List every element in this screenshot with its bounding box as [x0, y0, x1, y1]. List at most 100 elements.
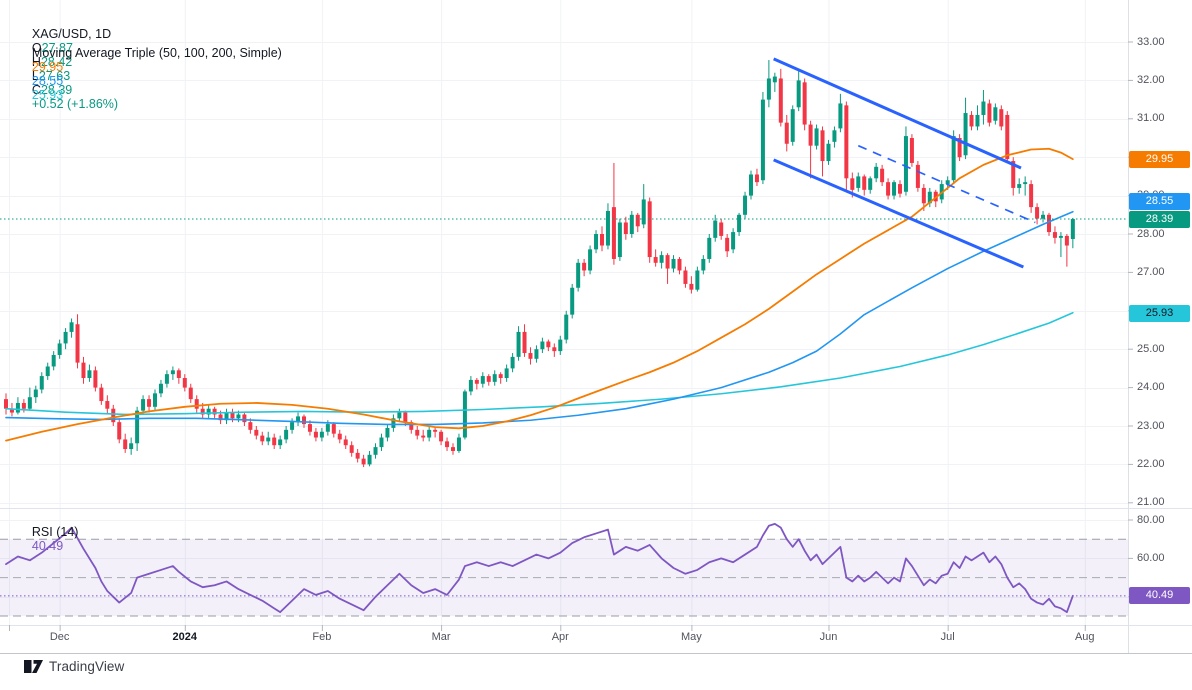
rsi-value: 40.49 [31, 539, 64, 553]
candle [176, 370, 181, 378]
candle [635, 214, 640, 227]
candle [385, 427, 390, 438]
rsi-title: RSI (14) [31, 525, 79, 539]
candle [528, 353, 533, 359]
candle [659, 255, 664, 263]
candle [331, 424, 336, 434]
candle [886, 182, 891, 196]
tradingview-logo-text: TradingView [49, 659, 125, 674]
candle [254, 429, 259, 436]
candle [784, 122, 789, 144]
candle [337, 433, 342, 440]
candle [749, 174, 753, 196]
candle [588, 249, 593, 271]
candle [236, 414, 241, 419]
candle [45, 366, 50, 377]
tradingview-logo[interactable]: TradingView [24, 659, 124, 674]
candle [1035, 207, 1040, 219]
price-badge-ma200: 25.93 [1129, 304, 1190, 322]
tradingview-logo-icon [24, 659, 43, 673]
candle [1029, 184, 1034, 208]
candle [945, 180, 950, 185]
candle [582, 262, 587, 271]
candle [576, 262, 581, 288]
candle [808, 124, 813, 146]
candle [75, 324, 80, 363]
price-axis-label: 33.00 [1137, 35, 1165, 48]
candle [969, 114, 974, 127]
candle [57, 343, 62, 355]
candle [427, 429, 432, 438]
candle [731, 232, 736, 250]
candle [892, 182, 897, 196]
candle [451, 447, 455, 451]
candle [695, 270, 700, 290]
candle [754, 174, 759, 183]
candle [856, 176, 861, 188]
candle [27, 397, 32, 409]
candle [1023, 182, 1028, 185]
candle [564, 314, 569, 340]
candle [1052, 232, 1057, 238]
candle [1005, 114, 1010, 160]
candle [838, 103, 843, 129]
moving-averages [5, 147, 1074, 442]
candle [951, 136, 956, 181]
candle [397, 412, 402, 419]
price-axis-label: 25.00 [1137, 342, 1165, 355]
candle [93, 370, 98, 388]
candle [605, 210, 610, 246]
price-axis-label: 31.00 [1137, 112, 1165, 125]
candle [546, 341, 551, 348]
candle [617, 222, 622, 258]
candle [421, 435, 426, 438]
candle [266, 437, 271, 442]
price-axis-label: 23.00 [1137, 419, 1165, 432]
price-axis-label: 22.00 [1137, 457, 1165, 470]
candle [361, 458, 366, 465]
ma200-value: 25.93 [31, 88, 64, 102]
ma-indicator-title: Moving Average Triple (50, 100, 200, Sim… [31, 46, 282, 60]
candle [510, 356, 515, 369]
candle [862, 176, 867, 190]
candle [999, 109, 1004, 127]
ma-indicator-legend[interactable]: Moving Average Triple (50, 100, 200, Sim… [18, 32, 288, 116]
candle [534, 349, 539, 359]
candle [504, 368, 509, 378]
rsi-indicator-legend[interactable]: RSI (14) 40.49 [18, 511, 85, 567]
candle [307, 424, 312, 432]
candle [594, 234, 599, 250]
candle [558, 339, 563, 352]
candle [325, 424, 330, 432]
candle [987, 103, 992, 123]
candle [772, 76, 777, 83]
candle [445, 441, 450, 448]
candle [743, 195, 748, 215]
candle [719, 222, 724, 236]
candle [284, 429, 289, 440]
candle [373, 447, 378, 455]
candle [832, 130, 837, 142]
candle [981, 101, 986, 115]
rsi-value-badge: 40.49 [1129, 587, 1190, 605]
candle [1058, 235, 1063, 238]
candle [725, 237, 730, 252]
candle [790, 109, 795, 142]
candle [600, 234, 604, 246]
time-axis-label: Jul [940, 631, 955, 643]
candle [194, 399, 199, 409]
candle [248, 422, 253, 430]
time-axis-label: Dec [49, 631, 70, 643]
candle [909, 138, 914, 163]
candle [850, 178, 855, 190]
candle [844, 105, 849, 179]
rsi-axis-label: 60.00 [1137, 551, 1165, 564]
candle [993, 107, 998, 121]
candle [164, 374, 169, 384]
candle [111, 408, 116, 423]
candle [903, 136, 908, 192]
candle [874, 166, 879, 179]
candle [63, 331, 68, 344]
candle [760, 99, 765, 181]
price-badge-ma100: 28.55 [1129, 193, 1190, 211]
